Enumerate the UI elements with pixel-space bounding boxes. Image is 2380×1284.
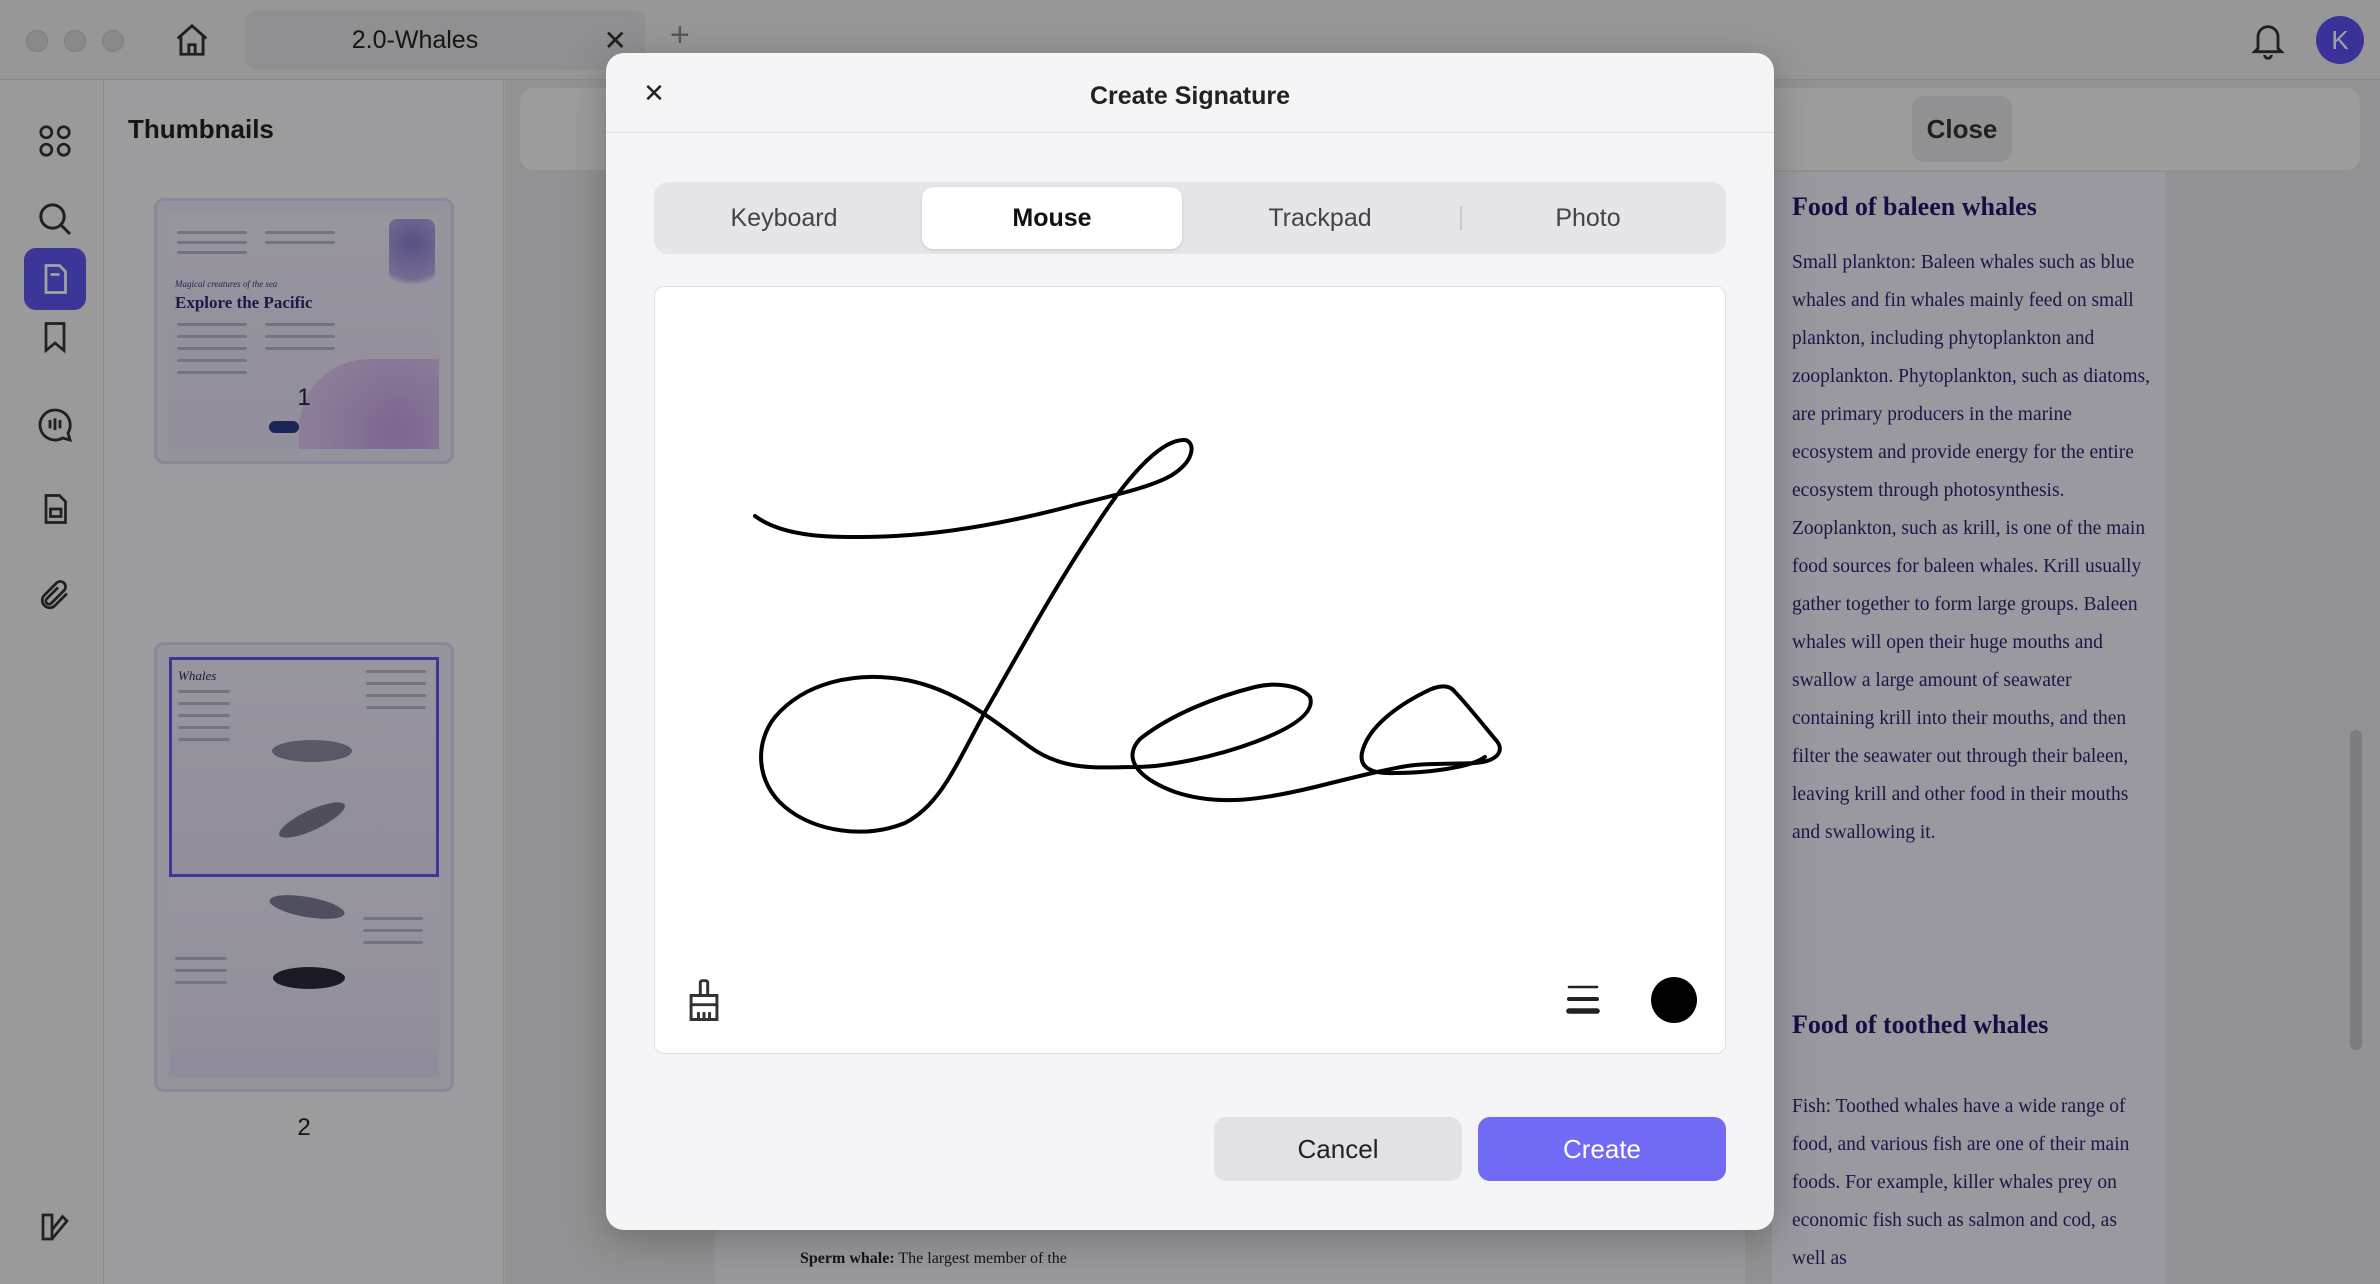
tab-trackpad[interactable]: Trackpad: [1190, 187, 1450, 249]
cancel-button[interactable]: Cancel: [1214, 1117, 1462, 1181]
tab-keyboard[interactable]: Keyboard: [654, 187, 914, 249]
ink-color-swatch[interactable]: [1651, 977, 1697, 1023]
signature-canvas[interactable]: [654, 286, 1726, 1054]
create-signature-dialog: ✕ Create Signature Keyboard Mouse Trackp…: [606, 53, 1774, 1230]
input-method-tabs: Keyboard Mouse Trackpad Photo: [654, 182, 1726, 254]
dialog-header: ✕ Create Signature: [606, 53, 1774, 133]
create-button[interactable]: Create: [1478, 1117, 1726, 1181]
dialog-title: Create Signature: [1089, 82, 1291, 110]
tab-photo[interactable]: Photo: [1458, 187, 1718, 249]
tab-mouse[interactable]: Mouse: [922, 187, 1182, 249]
stroke-width-icon[interactable]: [1563, 979, 1603, 1019]
eraser-icon[interactable]: [681, 977, 727, 1025]
signature-stroke: [753, 437, 1502, 834]
